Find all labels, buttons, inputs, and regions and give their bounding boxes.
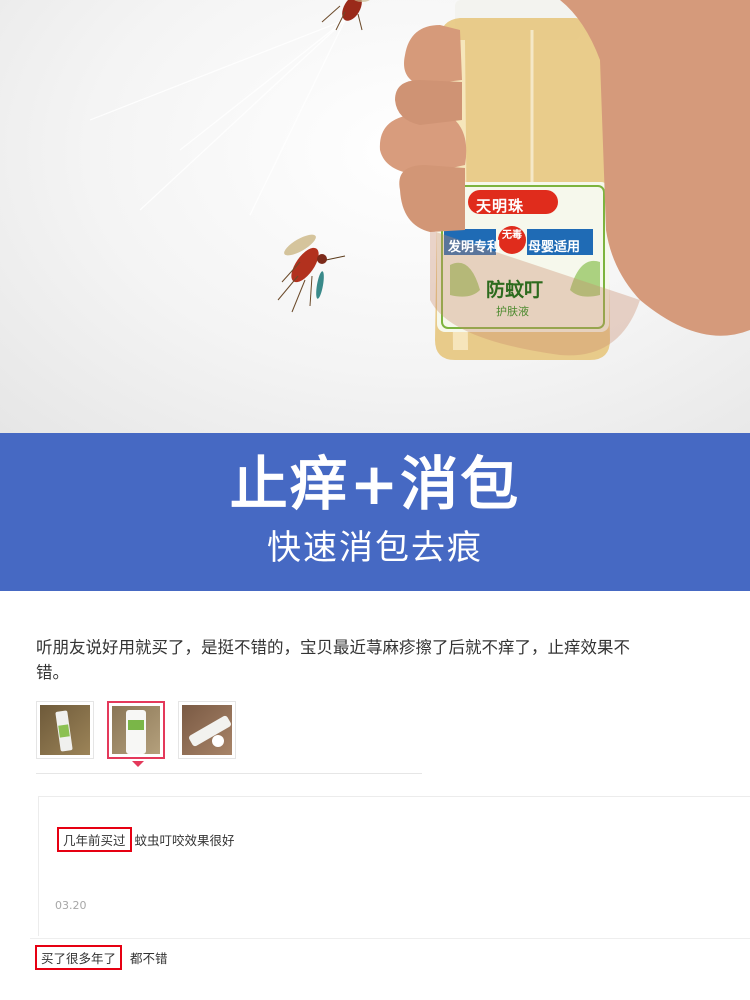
highlight-box: 几年前买过 <box>57 827 132 852</box>
review-thumbnail[interactable] <box>36 701 94 759</box>
feature-banner: 止痒+消包 快速消包去痕 <box>0 433 750 591</box>
product-name: 防蚊叮 <box>486 279 544 301</box>
second-review-text: 都不错 <box>130 951 168 966</box>
append-review-date: 03.20 <box>55 899 87 912</box>
product-photo: 天明珠 发明专利 无毒 母婴适用 防蚊叮 护肤液 <box>0 0 750 433</box>
append-review: 几年前买过 蚊虫叮咬效果很好 03.20 <box>38 796 750 936</box>
thumbnail-caret-icon <box>132 761 144 767</box>
second-review-line: 买了很多年了 都不错 <box>35 945 168 970</box>
brand-logo: 天明珠 <box>476 197 525 215</box>
banner-title: 止痒+消包 <box>229 450 521 518</box>
product-illustration <box>89 0 750 360</box>
highlight-box: 买了很多年了 <box>35 945 123 970</box>
light-rays <box>89 19 346 216</box>
divider <box>30 938 750 939</box>
review-section: 听朋友说好用就买了，是挺不错的，宝贝最近荨麻疹擦了后就不痒了，止痒效果不错。 几… <box>0 591 750 1000</box>
review-thumbnail-selected[interactable] <box>107 701 165 759</box>
append-review-text: 蚊虫叮咬效果很好 <box>134 833 235 848</box>
mosquito-middle <box>277 234 346 313</box>
review-thumbnail[interactable] <box>178 701 236 759</box>
label-patent-text: 发明专利 <box>448 240 501 255</box>
review-text: 听朋友说好用就买了，是挺不错的，宝贝最近荨麻疹擦了后就不痒了，止痒效果不错。 <box>36 638 630 682</box>
label-mother-baby-text: 母婴适用 <box>528 240 581 255</box>
product-subname: 护肤液 <box>496 305 529 318</box>
append-review-line: 几年前买过 蚊虫叮咬效果很好 <box>57 827 235 852</box>
banner-subtitle: 快速消包去痕 <box>267 528 483 568</box>
label-nontoxic-badge: 无毒 <box>502 230 522 241</box>
divider <box>36 773 422 774</box>
